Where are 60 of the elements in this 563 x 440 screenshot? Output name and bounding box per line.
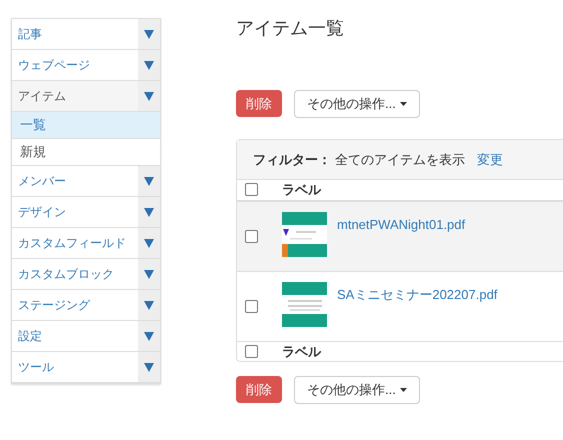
more-actions-dropdown[interactable]: その他の操作... <box>294 90 420 118</box>
caret-icon <box>144 362 154 372</box>
expand-toggle[interactable] <box>138 352 160 382</box>
submenu-item[interactable]: 一覧 <box>12 112 160 139</box>
sidebar-item[interactable]: ステージング <box>12 290 160 321</box>
sidebar-label: アイテム <box>17 88 67 105</box>
sidebar-label: カスタムフィールド <box>17 235 127 252</box>
checkbox[interactable] <box>245 183 258 196</box>
column-header: ラベル <box>282 181 321 199</box>
column-header: ラベル <box>282 342 321 360</box>
delete-button[interactable]: 削除 <box>236 376 282 403</box>
sidebar-label: メンバー <box>17 173 67 190</box>
checkbox[interactable] <box>245 230 258 242</box>
sidebar-item[interactable]: 記事 <box>12 19 160 50</box>
filter-label: フィルター： <box>253 150 331 169</box>
caret-icon <box>144 300 154 310</box>
caret-icon <box>144 60 154 70</box>
caret-icon <box>144 91 154 101</box>
expand-toggle[interactable] <box>138 81 160 111</box>
delete-button[interactable]: 削除 <box>236 90 282 117</box>
sidebar-label: ステージング <box>17 297 92 314</box>
file-link[interactable]: mtnetPWANight01.pdf <box>337 214 466 234</box>
expand-toggle[interactable] <box>138 259 160 289</box>
sidebar-label: ツール <box>17 359 55 376</box>
caret-icon <box>144 331 154 341</box>
submenu-item[interactable]: 新規 <box>12 139 160 166</box>
caret-icon <box>400 388 407 392</box>
sidebar-label: カスタムブロック <box>17 266 115 283</box>
filter-value: 全てのアイテムを表示 <box>335 150 465 169</box>
sidebar-item[interactable]: カスタムブロック <box>12 259 160 290</box>
sidebar-item[interactable]: ツール <box>12 352 160 383</box>
checkbox[interactable] <box>245 344 258 358</box>
sidebar-item[interactable]: 設定 <box>12 321 160 352</box>
expand-toggle[interactable] <box>138 19 160 49</box>
expand-toggle[interactable] <box>138 290 160 320</box>
caret-icon <box>144 29 154 39</box>
expand-toggle[interactable] <box>138 197 160 227</box>
caret-icon <box>144 238 154 248</box>
more-actions-dropdown[interactable]: その他の操作... <box>294 376 420 404</box>
sidebar-item[interactable]: カスタムフィールド <box>12 228 160 259</box>
sidebar-item[interactable]: ウェブページ <box>12 50 160 81</box>
expand-toggle[interactable] <box>138 321 160 351</box>
change-link[interactable]: 変更 <box>477 150 503 170</box>
sidebar-label: 設定 <box>17 328 43 345</box>
sidebar-label: ウェブページ <box>17 57 91 74</box>
expand-toggle[interactable] <box>138 50 160 80</box>
sidebar-item[interactable]: デザイン <box>12 197 160 228</box>
page-title: アイテム一覧 <box>236 17 344 40</box>
expand-toggle[interactable] <box>138 228 160 258</box>
caret-icon <box>144 207 154 217</box>
expand-toggle[interactable] <box>138 166 160 196</box>
file-link[interactable]: SAミニセミナー202207.pdf <box>337 284 498 304</box>
caret-icon <box>400 102 407 106</box>
caret-icon <box>144 269 154 279</box>
caret-icon <box>144 176 154 186</box>
sidebar-item[interactable]: メンバー <box>12 166 160 197</box>
sidebar-label: 記事 <box>17 26 43 43</box>
sidebar-label: デザイン <box>17 204 67 221</box>
checkbox[interactable] <box>245 300 258 312</box>
sidebar-item[interactable]: アイテム <box>12 81 160 112</box>
